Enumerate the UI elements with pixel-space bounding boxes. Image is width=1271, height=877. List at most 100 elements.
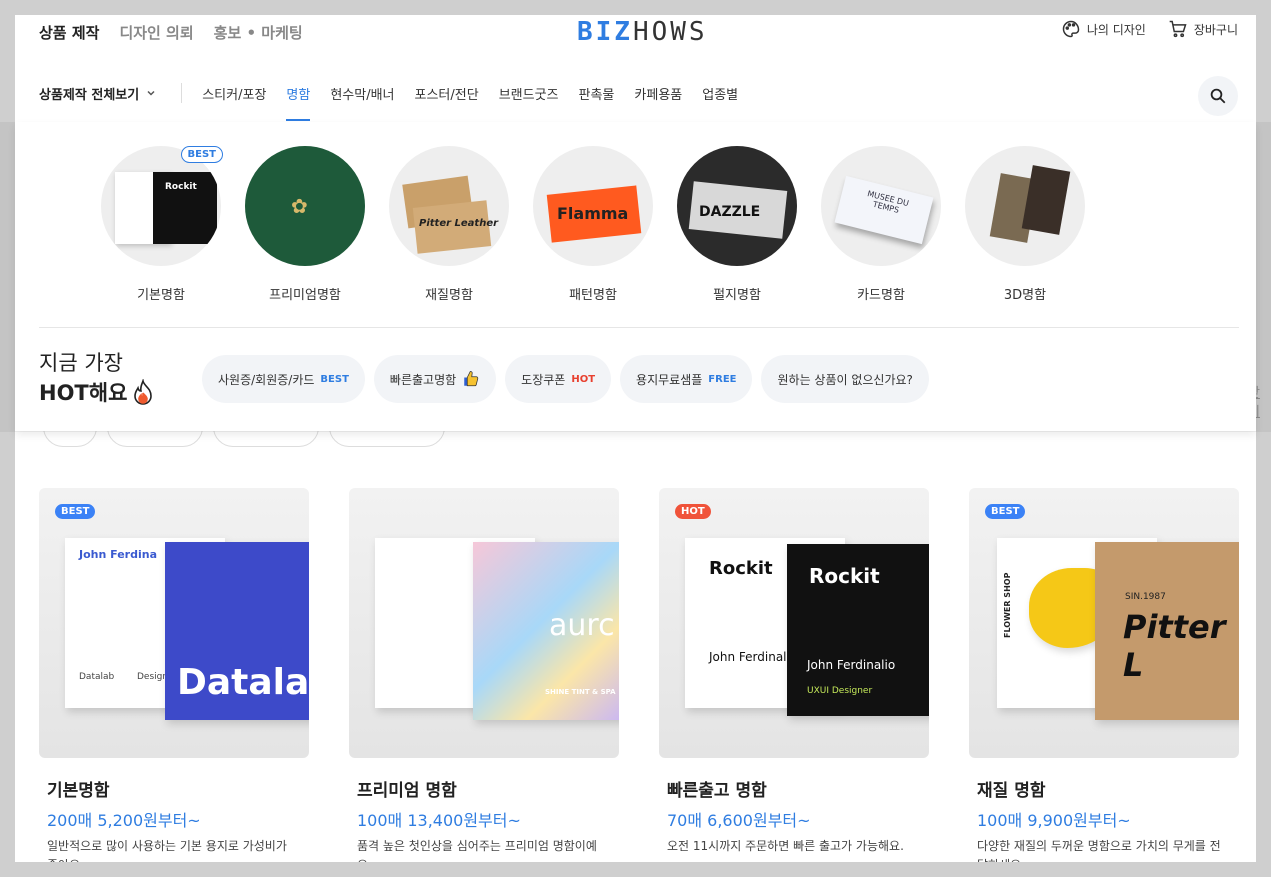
card-text: SIN.1987 [1125,592,1166,602]
cart-link[interactable]: 장바구니 [1168,19,1238,39]
product-name[interactable]: 기본명함 [39,776,309,801]
product-image[interactable]: HOT Rockit John Ferdinal Rockit John Ferdina… [659,488,929,758]
product-price: 100매 13,400원부터~ [357,811,521,830]
card-text: Datalab [79,672,115,682]
category-label: 펄지명함 [713,288,761,303]
hot-title: 지금 가장 HOT해요 [39,348,155,408]
card-text: Rockit [709,558,773,579]
category-item[interactable]: DAZZLE 펄지명함 [677,146,797,303]
hot-chip-tag: FREE [708,373,737,385]
product-image[interactable]: BEST John Ferdina Datalab Designer Datala [39,488,309,758]
hot-chip[interactable]: 용지무료샘플 FREE [620,355,753,403]
logo[interactable]: BIZHOWS [577,17,708,47]
best-tag: BEST [180,146,223,163]
card-text: John Ferdina [79,548,157,561]
all-products-toggle[interactable]: 상품제작 전체보기 [39,83,183,103]
product-name[interactable]: 프리미엄 명함 [349,776,619,801]
hot-chip[interactable]: 원하는 상품이 없으신가요? [761,355,929,403]
nav-links: 스티커/포장 명함 현수막/배너 포스터/전단 브랜드굿즈 판촉물 카페용품 업종별 [202,84,738,121]
nav-link[interactable]: 판촉물 [579,84,615,103]
cat-img-text: Pitter Leather [419,218,499,229]
hot-chip-tag: BEST [320,373,349,385]
category-thumbnail: MUSEE DU TEMPS [821,146,941,266]
hot-chip[interactable]: 사원증/회원증/카드 BEST [202,355,365,403]
product-badge: BEST [985,504,1026,519]
card-text: John Ferdinalio [807,658,896,672]
product-image[interactable]: aurc SHINE TINT & SPA [349,488,619,758]
cart-label: 장바구니 [1193,22,1238,37]
category-label: 카드명함 [857,288,905,303]
palette-icon [1062,20,1080,38]
nav-link[interactable]: 명함 [286,84,310,121]
category-nav: 상품제작 전체보기 스티커/포장 명함 현수막/배너 포스터/전단 브랜드굿즈 판촉물 카페… [39,83,738,121]
product-desc: 일반적으로 많이 사용하는 기본 용지로 가성비가 좋아요. [47,839,287,862]
top-right-menu: 나의 디자인 장바구니 [1061,19,1238,39]
hot-chip[interactable]: 빠른출고명함 [373,355,497,403]
nav-link[interactable]: 포스터/전단 [415,84,479,103]
category-label: 기본명함 [137,288,185,303]
fire-icon [134,379,153,405]
cat-img-text: DAZZLE [699,204,761,220]
product-price: 70매 6,600원부터~ [667,811,811,830]
card-text: aurc [549,608,615,643]
product-desc: 오전 11시까지 주문하면 빠른 출고가 가능해요. [667,839,904,853]
category-label: 재질명함 [425,288,473,303]
product-name[interactable]: 재질 명함 [969,776,1239,801]
thumbs-up-icon [464,371,479,387]
category-item[interactable]: BEST Rockit 기본명함 [101,146,223,303]
all-products-label: 상품제작 전체보기 [39,87,140,103]
hot-title-line2: HOT해요 [39,381,128,405]
top-tabs: 상품 제작 디자인 의뢰 홍보 • 마케팅 [39,22,303,43]
hot-chip-label: 사원증/회원증/카드 [218,372,315,387]
product-card[interactable]: BEST FLOWER SHOP SIN.1987 Pitter L 재질 명함 100매… [969,488,1239,862]
product-card[interactable]: BEST John Ferdina Datalab Designer Datala 기본명… [39,488,309,862]
card-text: FLOWER SHOP [1003,572,1012,638]
product-name[interactable]: 빠른출고 명함 [659,776,929,801]
card-text: Datala [177,662,309,703]
tab-design-request[interactable]: 디자인 의뢰 [119,22,193,43]
hot-chip-tag: HOT [571,373,596,385]
category-label: 패턴명함 [569,288,617,303]
my-design-link[interactable]: 나의 디자인 [1061,19,1146,39]
nav-link[interactable]: 스티커/포장 [202,84,266,103]
logo-part1: BIZ [577,17,633,47]
hot-chip-label: 도장쿠폰 [521,372,566,387]
hot-chip[interactable]: 도장쿠폰 HOT [505,355,612,403]
category-item[interactable]: ✿ 프리미엄명함 [245,146,365,303]
product-card[interactable]: HOT Rockit John Ferdinal Rockit John Ferdina… [659,488,929,862]
search-button[interactable] [1198,76,1238,116]
card-text: SHINE TINT & SPA [545,688,616,696]
nav-link[interactable]: 브랜드굿즈 [499,84,559,103]
hot-title-line1: 지금 가장 [39,351,123,375]
hot-chips: 사원증/회원증/카드 BEST 빠른출고명함 도장쿠폰 HOT 용지무료샘플 FREE 원하는… [202,355,929,403]
category-item[interactable]: MUSEE DU TEMPS 카드명함 [821,146,941,303]
category-item[interactable]: Flamma 패턴명함 [533,146,653,303]
category-thumbnail: ✿ [245,146,365,266]
logo-part2: HOWS [632,17,708,47]
category-item[interactable]: Pitter Leather 재질명함 [389,146,509,303]
product-image[interactable]: BEST FLOWER SHOP SIN.1987 Pitter L [969,488,1239,758]
tab-marketing[interactable]: 홍보 • 마케팅 [214,22,303,43]
hot-chip-label: 용지무료샘플 [636,372,703,387]
hot-chip-label: 빠른출고명함 [389,372,457,387]
card-text: John Ferdinal [709,650,787,664]
hot-chip-label: 원하는 상품이 없으신가요? [777,372,913,387]
product-card[interactable]: aurc SHINE TINT & SPA 프리미엄 명함 100매 13,400원부… [349,488,619,862]
my-design-label: 나의 디자인 [1086,22,1146,37]
product-price: 200매 5,200원부터~ [47,811,201,830]
card-text: Rockit [809,564,880,588]
product-badge: BEST [55,504,96,519]
nav-link[interactable]: 업종별 [702,84,738,103]
cat-img-text: Flamma [557,204,629,223]
product-badge: HOT [675,504,711,519]
search-icon [1210,88,1226,104]
category-thumbnail: Flamma [533,146,653,266]
dropdown-divider [39,327,1239,328]
category-item[interactable]: 3D명함 [965,146,1085,303]
nav-link[interactable]: 카페용품 [634,84,682,103]
nav-link[interactable]: 현수막/배너 [330,84,394,103]
tab-product-making[interactable]: 상품 제작 [39,22,99,43]
category-thumbnail [965,146,1085,266]
chevron-down-icon [147,90,155,96]
card-text: UXUI Designer [807,686,873,696]
